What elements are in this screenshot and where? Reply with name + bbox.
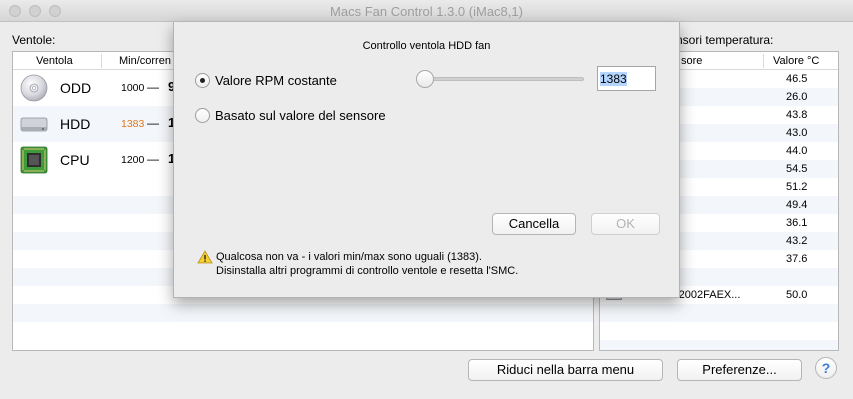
window-title: Macs Fan Control 1.3.0 (iMac8,1) [330,4,523,19]
sensor-value: 43.2 [786,235,808,247]
fan-dash: — [147,80,159,94]
sensor-value: 43.8 [786,109,808,121]
help-button[interactable]: ? [815,357,837,379]
fan-name: HDD [60,116,91,132]
fan-name: CPU [60,152,90,168]
sensor-value: 37.6 [786,253,808,265]
fan-min-rpm: 1383 [121,118,145,130]
fan-name: ODD [60,80,92,96]
rpm-input[interactable]: 1383 [597,66,656,91]
col-minmax-header[interactable]: Min/corren [119,55,171,67]
rpm-input-value: 1383 [600,72,627,86]
sensor-value: 49.4 [786,199,808,211]
minimize-to-menubar-button[interactable]: Riduci nella barra menu [468,359,663,381]
preferences-button[interactable]: Preferenze... [677,359,802,381]
fan-dash: — [147,116,159,130]
fan-min-rpm: 1000 [121,82,145,94]
hard-drive-icon [20,117,48,132]
fan-control-sheet: Controllo ventola HDD fan Valore RPM cos… [173,22,680,298]
constant-rpm-radio[interactable] [195,73,210,88]
col-sensor-header[interactable]: sore [681,55,702,67]
sensor-based-radio[interactable] [195,108,210,123]
optical-disc-icon [20,74,48,102]
sensors-label: nsori temperatura: [676,33,774,47]
ok-button[interactable]: OK [591,213,660,235]
sensor-based-label[interactable]: Basato sul valore del sensore [215,108,386,123]
sheet-title: Controllo ventola HDD fan [362,40,491,52]
fan-min-rpm: 1200 [121,154,145,166]
warning-icon [197,250,213,264]
sensor-value: 43.0 [786,127,808,139]
sensor-value: 54.5 [786,163,808,175]
warning-line-1: Qualcosa non va - i valori min/max sono … [216,251,482,263]
cancel-button[interactable]: Cancella [492,213,576,235]
sensor-value: 50.0 [786,289,808,301]
rpm-slider-track[interactable] [420,77,584,81]
title-bar: Macs Fan Control 1.3.0 (iMac8,1) [0,0,853,22]
warning-line-2: Disinstalla altri programmi di controllo… [216,265,519,277]
sensor-value: 46.5 [786,73,808,85]
warning-message: Qualcosa non va - i valori min/max sono … [216,250,518,278]
rpm-slider-handle[interactable] [416,70,434,88]
cpu-chip-icon [20,146,48,174]
sensor-value: 36.1 [786,217,808,229]
sensor-value: 51.2 [786,181,808,193]
constant-rpm-label[interactable]: Valore RPM costante [215,73,337,88]
fan-dash: — [147,152,159,166]
sensor-value: 44.0 [786,145,808,157]
col-value-header[interactable]: Valore °C [773,55,819,67]
sensor-value: 26.0 [786,91,808,103]
col-fan-header[interactable]: Ventola [36,55,73,67]
fans-label: Ventole: [12,33,56,47]
